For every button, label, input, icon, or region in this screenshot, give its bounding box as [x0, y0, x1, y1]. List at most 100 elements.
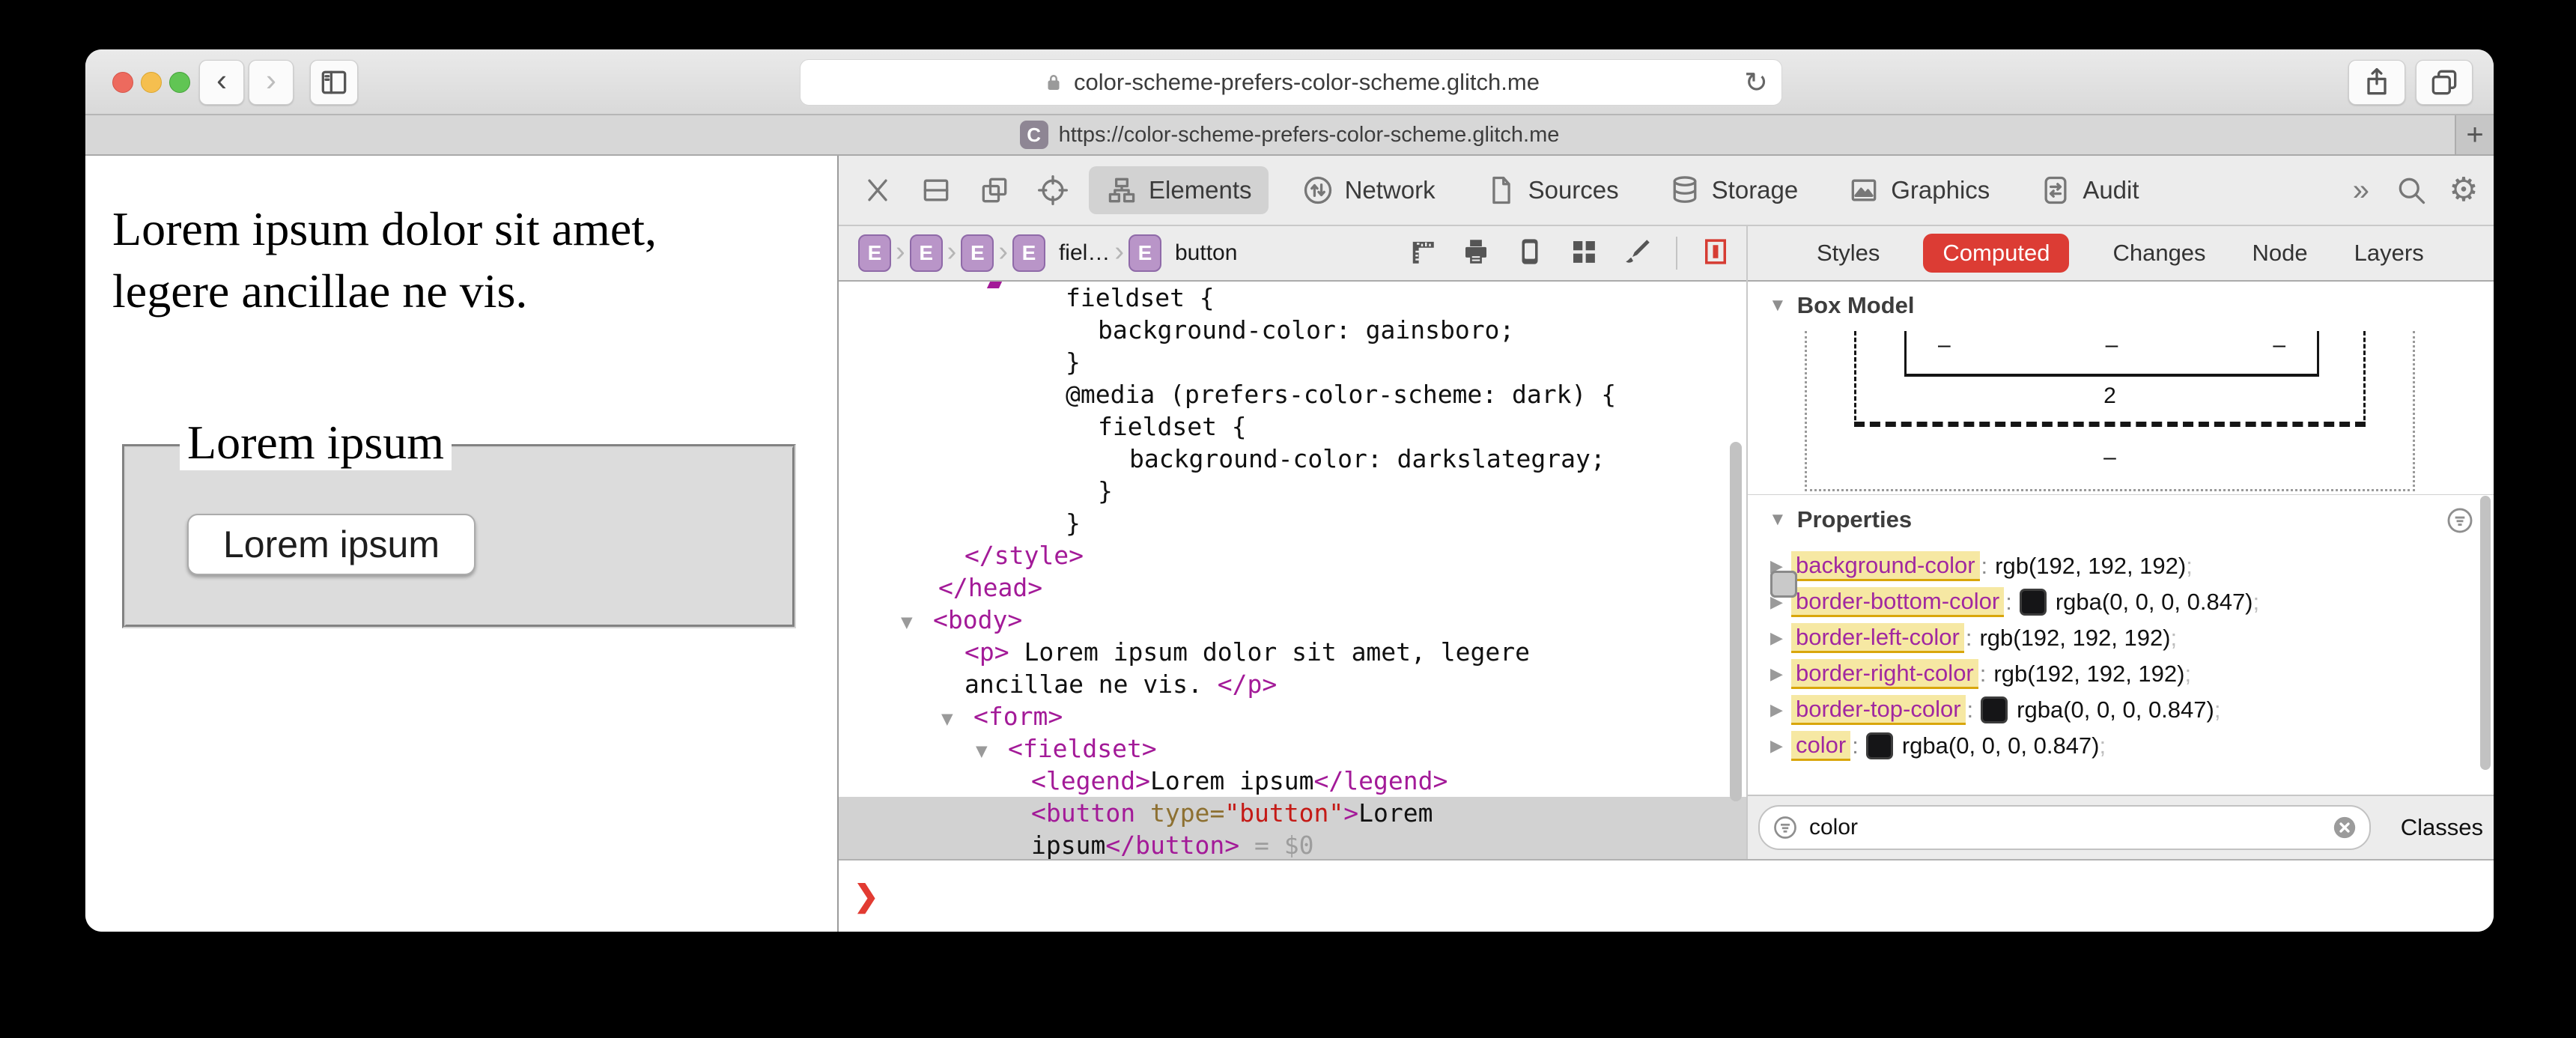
- property-name[interactable]: color: [1791, 731, 1851, 761]
- property-filter[interactable]: [1758, 805, 2371, 850]
- code-token: </head>: [938, 573, 1043, 602]
- margin-bottom-value[interactable]: –: [1805, 445, 2415, 470]
- forward-button[interactable]: ›: [249, 60, 294, 105]
- color-swatch[interactable]: [2019, 589, 2047, 616]
- disclosure-triangle-icon[interactable]: ▼: [901, 607, 933, 639]
- code-line[interactable]: <button type="button">Lorem: [839, 797, 1746, 829]
- devtools-tab-graphics[interactable]: Graphics: [1831, 166, 2006, 214]
- property-row[interactable]: ▶ background-color: rgb(192, 192, 192);: [1748, 548, 2494, 598]
- dock-bottom-button[interactable]: [917, 169, 956, 211]
- new-tab-button[interactable]: +: [2455, 115, 2494, 154]
- code-line[interactable]: fieldset {: [839, 282, 1746, 314]
- breadcrumb-item[interactable]: E: [858, 234, 891, 272]
- code-line[interactable]: }: [839, 346, 1746, 378]
- zoom-window-button[interactable]: [169, 72, 190, 93]
- storage-icon: [1668, 174, 1701, 207]
- close-window-button[interactable]: [112, 72, 133, 93]
- property-name[interactable]: border-top-color: [1791, 695, 1966, 725]
- property-row[interactable]: ▶ border-bottom-color: rgba(0, 0, 0, 0.847…: [1748, 584, 2494, 620]
- box-value[interactable]: –: [1938, 333, 1951, 374]
- code-line[interactable]: ▼ <body>: [839, 604, 1746, 636]
- property-filter-input[interactable]: [1808, 814, 2323, 841]
- disclosure-triangle-icon[interactable]: ▼: [976, 735, 1008, 768]
- share-button[interactable]: [2348, 60, 2405, 105]
- color-swatch[interactable]: [1981, 696, 2008, 723]
- grid-button[interactable]: [1568, 236, 1600, 271]
- sidebar-toggle-button[interactable]: [310, 60, 358, 105]
- page-button[interactable]: Lorem ipsum: [187, 514, 476, 575]
- ruler-button[interactable]: [1406, 236, 1438, 271]
- box-value[interactable]: –: [2273, 333, 2285, 374]
- address-bar[interactable]: color-scheme-prefers-color-scheme.glitch…: [800, 59, 1782, 106]
- code-line[interactable]: <p> Lorem ipsum dolor sit amet, legere: [839, 636, 1746, 668]
- clear-filter-icon[interactable]: [2332, 815, 2357, 840]
- devtools-tab-sources[interactable]: Sources: [1468, 166, 1635, 214]
- code-line[interactable]: }: [839, 475, 1746, 507]
- search-button[interactable]: [2392, 169, 2431, 211]
- printer-button[interactable]: [1460, 236, 1492, 271]
- border-bottom-value[interactable]: 2: [1805, 383, 2415, 409]
- sidebar-tab-layers[interactable]: Layers: [2351, 234, 2427, 273]
- property-row[interactable]: ▶ border-top-color: rgba(0, 0, 0, 0.847);: [1748, 692, 2494, 728]
- reload-icon[interactable]: ↻: [1744, 66, 1768, 100]
- code-line[interactable]: ▼ <fieldset>: [839, 732, 1746, 765]
- code-line[interactable]: fieldset {: [839, 410, 1746, 443]
- disclosure-triangle-icon[interactable]: ▶: [1770, 664, 1791, 684]
- tab-overview-button[interactable]: [2416, 60, 2473, 105]
- code-line[interactable]: </style>: [839, 539, 1746, 571]
- active-tab[interactable]: C https://color-scheme-prefers-color-sch…: [1019, 121, 1559, 149]
- property-row[interactable]: ▶ border-right-color: rgb(192, 192, 192);: [1748, 571, 2494, 692]
- code-line[interactable]: background-color: darkslategray;: [839, 443, 1746, 475]
- element-highlight-button[interactable]: [1700, 236, 1731, 271]
- color-swatch[interactable]: [1865, 732, 1893, 759]
- property-name[interactable]: background-color: [1791, 551, 1980, 581]
- sidebar-tab-changes[interactable]: Changes: [2109, 234, 2208, 273]
- disclosure-triangle-icon[interactable]: ▶: [1770, 628, 1791, 648]
- code-line[interactable]: @media (prefers-color-scheme: dark) {: [839, 378, 1746, 410]
- property-name[interactable]: border-right-color: [1791, 659, 1978, 689]
- overflow-chevrons-icon[interactable]: »: [2353, 174, 2369, 207]
- filter-options-icon[interactable]: [2446, 506, 2474, 535]
- disclosure-triangle-icon[interactable]: ▶: [1770, 700, 1791, 720]
- code-line[interactable]: ipsum</button> = $0: [839, 829, 1746, 859]
- classes-toggle[interactable]: Classes: [2401, 814, 2483, 841]
- disclosure-triangle-icon[interactable]: ▶: [1770, 736, 1791, 756]
- code-line[interactable]: ancillae ne vis. </p>: [839, 668, 1746, 700]
- devtools-tab-elements[interactable]: Elements: [1089, 166, 1269, 214]
- quick-console[interactable]: ❯: [839, 859, 2494, 932]
- code-scrollbar[interactable]: [1730, 442, 1742, 801]
- code-line[interactable]: <legend>Lorem ipsum</legend>: [839, 765, 1746, 797]
- devtools-tab-audit[interactable]: Audit: [2023, 166, 2155, 214]
- sidebar-tab-styles[interactable]: Styles: [1814, 234, 1883, 273]
- back-button[interactable]: ‹: [199, 60, 244, 105]
- breadcrumb-item[interactable]: Ebutton: [1128, 234, 1237, 272]
- sidebar-tab-node[interactable]: Node: [2250, 234, 2311, 273]
- box-value[interactable]: –: [2106, 333, 2118, 374]
- brush-button[interactable]: [1622, 236, 1653, 271]
- box-model-header[interactable]: ▼ Box Model: [1769, 292, 1915, 319]
- properties-header[interactable]: ▼ Properties: [1769, 506, 1912, 533]
- code-line[interactable]: </head>: [839, 571, 1746, 604]
- inspect-element-button[interactable]: [1033, 169, 1072, 211]
- minimize-window-button[interactable]: [141, 72, 162, 93]
- color-swatch[interactable]: [1770, 571, 1797, 598]
- code-line[interactable]: }: [839, 507, 1746, 539]
- dock-side-button[interactable]: [975, 169, 1014, 211]
- breadcrumb-item[interactable]: E: [909, 234, 943, 272]
- settings-button[interactable]: ⚙: [2444, 169, 2483, 211]
- property-name[interactable]: border-bottom-color: [1791, 587, 2005, 617]
- property-name[interactable]: border-left-color: [1791, 623, 1964, 653]
- breadcrumb-item[interactable]: Efiel…: [1012, 234, 1110, 272]
- code-line[interactable]: background-color: gainsboro;: [839, 314, 1746, 346]
- close-devtools-button[interactable]: [858, 169, 897, 211]
- property-row[interactable]: ▶ color: rgba(0, 0, 0, 0.847);: [1748, 728, 2494, 764]
- disclosure-triangle-icon[interactable]: ▼: [941, 703, 973, 735]
- device-button[interactable]: [1514, 236, 1546, 271]
- property-row[interactable]: ▶ border-left-color: rgb(192, 192, 192);: [1748, 571, 2494, 656]
- devtools-tab-network[interactable]: Network: [1285, 166, 1452, 214]
- sidebar-tab-computed[interactable]: Computed: [1923, 234, 2070, 273]
- devtools-tab-storage[interactable]: Storage: [1652, 166, 1815, 214]
- breadcrumb-item[interactable]: E: [961, 234, 994, 272]
- sidebar-scrollbar[interactable]: [2480, 496, 2491, 770]
- code-line[interactable]: ▼ <form>: [839, 700, 1746, 732]
